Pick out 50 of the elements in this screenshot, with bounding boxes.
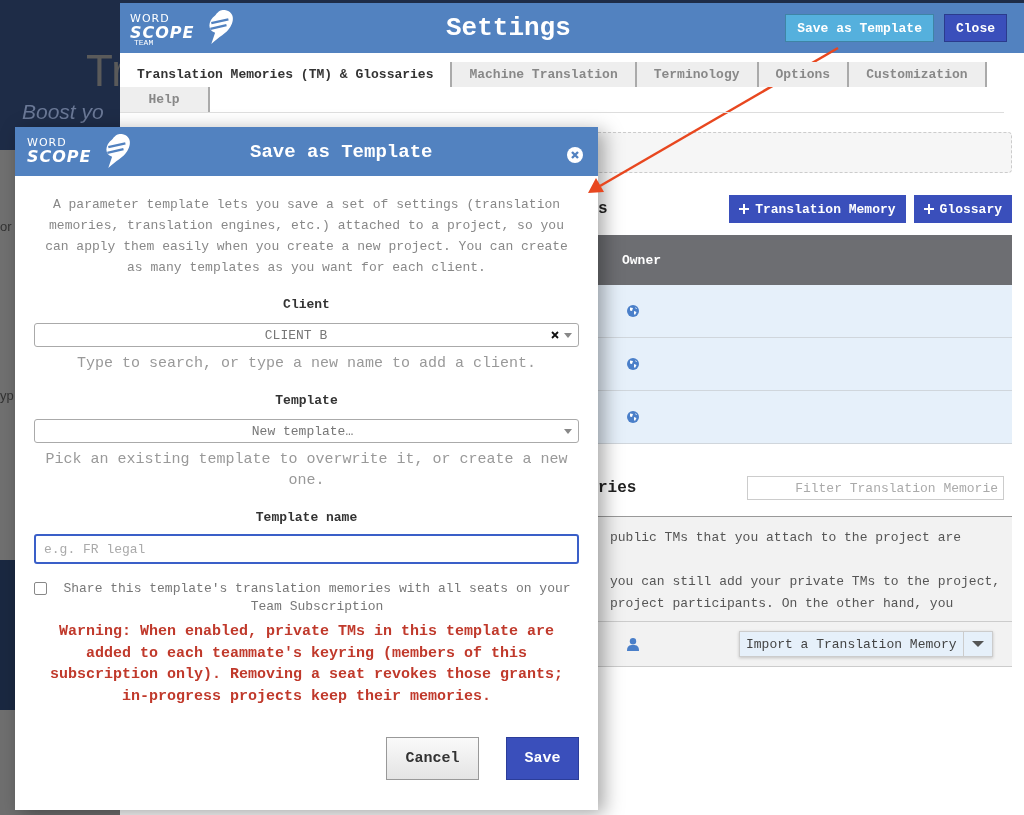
save-button[interactable]: Save — [506, 737, 579, 780]
checkbox[interactable] — [34, 582, 47, 595]
logo-text: SCOPE — [27, 146, 92, 166]
info-text: project participants. On the other hand, you — [610, 595, 955, 613]
column-header: Owner — [622, 252, 661, 268]
close-button[interactable]: Close — [944, 14, 1007, 42]
template-name-field[interactable]: e.g. FR legal — [34, 534, 579, 564]
checkbox-label[interactable]: Share this template's translation memories with all seats on your Team Subscription — [55, 580, 579, 616]
field-label: Template — [275, 393, 338, 408]
tab[interactable]: Options — [758, 62, 850, 87]
info-text: public TMs that you attach to the project are — [610, 529, 963, 547]
field-label: Template name — [255, 510, 358, 525]
side-text: or — [0, 219, 12, 234]
save-template-button[interactable]: Save as Template — [785, 14, 934, 42]
plus-icon — [923, 204, 934, 214]
page-subtitle: Boost yo — [22, 100, 104, 124]
field-label: Client — [283, 297, 330, 312]
tab[interactable]: Help — [120, 87, 210, 112]
warning-text: Warning: When enabled, private TMs in this template are added to each teammate's keyring (members of this subscription only). Removing a seat revokes those grants; in-progress projects keep their memories. — [48, 622, 565, 707]
caret-icon — [564, 428, 572, 434]
dialog-title: Save as Template — [250, 141, 433, 163]
select-field[interactable]: CLIENT B — [34, 323, 579, 347]
person-icon — [627, 637, 639, 651]
select-field[interactable]: New template… — [34, 419, 579, 443]
info-text: you can still add your private TMs to the project, — [610, 573, 1002, 591]
caret-icon — [564, 332, 572, 338]
globe-icon — [627, 411, 639, 423]
tab[interactable]: Terminology — [636, 62, 759, 87]
close-icon[interactable] — [567, 147, 583, 163]
window-title: Settings — [446, 13, 571, 43]
globe-icon — [627, 358, 639, 370]
tab[interactable]: Customization — [849, 62, 987, 87]
clear-icon[interactable] — [551, 331, 559, 339]
help-text: Pick an existing template to overwrite it, or create a new one. — [44, 450, 569, 491]
help-text: Type to search, or type a new name to add a client. — [76, 354, 537, 374]
import-dropdown[interactable]: Import a Translation Memory — [739, 631, 993, 657]
description-text: A parameter template lets you save a set of settings (translation memories, translation engines, etc.) attached to a project, so you can apply them easily when you create a new project. You can create as many templates as you want for each client. — [44, 196, 569, 277]
add-button[interactable]: Translation Memory — [729, 195, 906, 223]
tab[interactable]: Machine Translation — [452, 62, 637, 87]
filter-field[interactable]: Filter Translation Memorie — [747, 476, 1004, 500]
logo-text: WORD — [130, 12, 170, 25]
cancel-button[interactable]: Cancel — [386, 737, 479, 780]
side-text: yp — [0, 388, 14, 403]
logo-subtitle: TEAM — [134, 38, 154, 47]
add-button[interactable]: Glossary — [913, 195, 1012, 223]
section-heading: s — [598, 200, 608, 218]
globe-icon — [627, 305, 639, 317]
logo-text: WORD — [27, 135, 67, 149]
section-heading: ries — [598, 479, 637, 497]
plus-icon — [739, 204, 750, 214]
